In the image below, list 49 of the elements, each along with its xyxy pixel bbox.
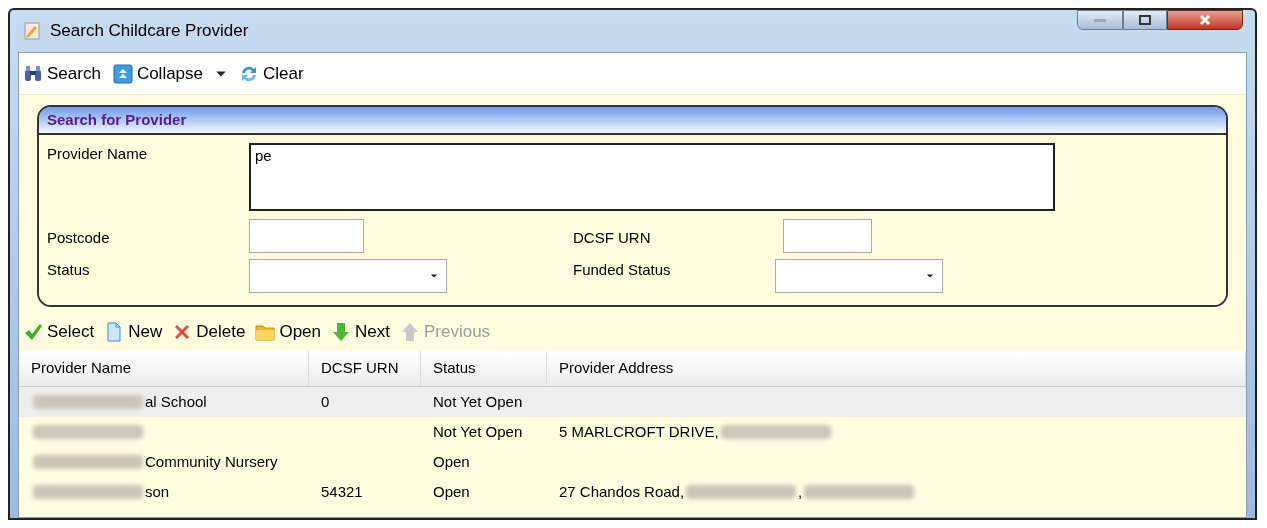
window-title: Search Childcare Provider	[50, 20, 249, 43]
action-button[interactable]: Next	[331, 319, 390, 345]
close-icon	[1199, 14, 1211, 26]
notepad-icon	[22, 21, 42, 41]
field-label: Postcode	[47, 228, 111, 248]
field-label: Funded Status	[573, 260, 672, 280]
action-button[interactable]: Select	[23, 319, 95, 345]
field-label: Provider Name	[47, 144, 149, 164]
cell-text: 54321	[321, 481, 363, 502]
cell-text: 27 Chandos Road,	[559, 481, 685, 502]
checkmark-icon	[23, 322, 43, 342]
dcsf-urn-field[interactable]	[783, 219, 872, 253]
action-button[interactable]: Delete	[172, 319, 246, 345]
cell-text: Open	[433, 451, 470, 472]
postcode-field[interactable]	[249, 219, 364, 253]
up-arrow-icon	[399, 322, 420, 342]
close-button[interactable]	[1167, 10, 1243, 30]
column-header[interactable]: DCSF URN	[309, 351, 421, 386]
cell-text: son	[145, 481, 170, 502]
cell-text: Not Yet Open	[433, 391, 523, 412]
folder-icon	[255, 322, 276, 342]
action-button[interactable]: Open	[255, 319, 321, 345]
funded-status-dropdown[interactable]	[775, 259, 943, 293]
action-button[interactable]: New	[104, 319, 163, 345]
table-row[interactable]: al School 0 Not Yet Open	[19, 387, 1246, 417]
panel-title: Search for Provider	[47, 109, 187, 130]
down-arrow-icon	[331, 322, 351, 342]
field-label: Status	[47, 260, 91, 280]
column-header[interactable]: Status	[421, 351, 547, 386]
collapse-icon	[112, 63, 133, 84]
cell-text: Open	[433, 481, 470, 502]
column-header[interactable]: Provider Name	[19, 351, 309, 386]
cell-text: Not Yet Open	[433, 421, 523, 442]
toolbar-button[interactable]: Clear	[239, 60, 304, 87]
caret-icon	[430, 272, 438, 280]
toolbar-button[interactable]: Search	[23, 60, 101, 87]
cell-text: 5 MARLCROFT DRIVE,	[559, 421, 719, 442]
toolbar-button[interactable]: Collapse	[112, 60, 228, 87]
column-header[interactable]: Provider Address	[547, 351, 1246, 386]
cell-text: Community Nursery	[145, 451, 278, 472]
cell-text: ,	[798, 481, 803, 502]
cell-text: al School	[145, 391, 207, 412]
binoculars-icon	[23, 63, 43, 84]
provider-name-field[interactable]: pe	[249, 143, 1055, 211]
caret-icon	[926, 272, 934, 280]
cell-text: 0	[321, 391, 330, 412]
maximize-button[interactable]	[1123, 10, 1167, 30]
status-dropdown[interactable]	[249, 259, 447, 293]
field-label: DCSF URN	[573, 228, 652, 248]
